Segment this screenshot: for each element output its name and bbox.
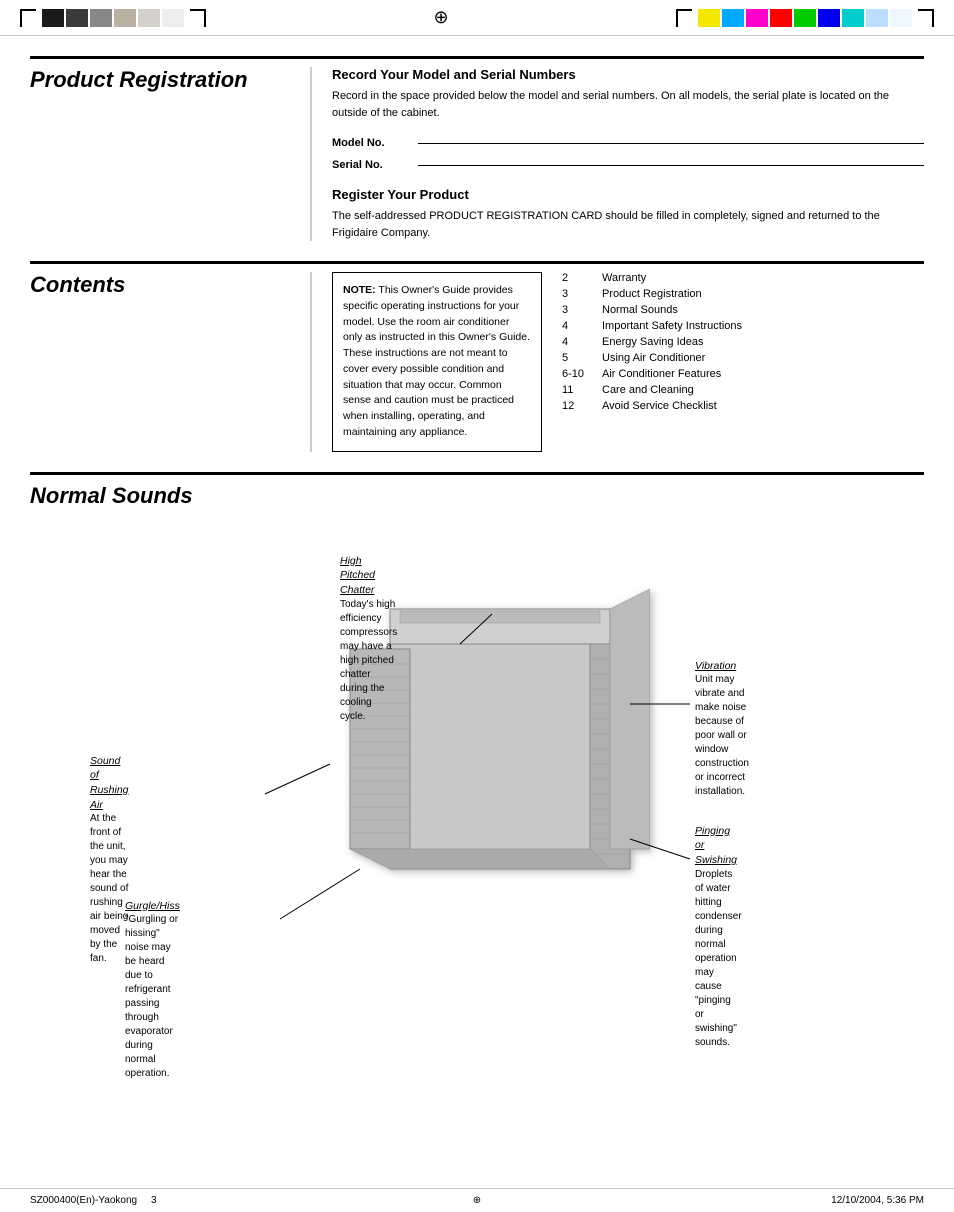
model-label: Model No. [332, 137, 412, 149]
toc-row: 12Avoid Service Checklist [562, 400, 742, 412]
toc-row: 6-10Air Conditioner Features [562, 368, 742, 380]
contents-header: Contents NOTE: This Owner's Guide provid… [30, 261, 924, 452]
contents-note: NOTE: This Owner's Guide provides specif… [332, 272, 542, 452]
record-text: Record in the space provided below the m… [332, 88, 924, 121]
toc-num: 3 [562, 288, 602, 300]
register-your-product: Register Your Product The self-addressed… [332, 187, 924, 241]
page-content: Product Registration Record Your Model a… [0, 36, 954, 1009]
serial-field-row: Serial No. [332, 159, 924, 171]
product-registration-section: Product Registration Record Your Model a… [30, 56, 924, 241]
toc-row: 3Product Registration [562, 288, 742, 300]
contents-wrapper: NOTE: This Owner's Guide provides specif… [332, 272, 742, 452]
toc-num: 12 [562, 400, 602, 412]
footer-left: SZ000400(En)-Yaokong 3 [30, 1195, 328, 1206]
reg-mark-tl [20, 9, 36, 27]
registration-content: Record Your Model and Serial Numbers Rec… [332, 67, 924, 241]
color-swatch-m [746, 9, 768, 27]
color-swatch-g [794, 9, 816, 27]
toc-row: 3Normal Sounds [562, 304, 742, 316]
toc-num: 5 [562, 352, 602, 364]
toc-num: 6-10 [562, 368, 602, 380]
toc-label: Care and Cleaning [602, 384, 694, 396]
high-pitched-chatter-desc: Today's high efficiency compressors may … [340, 598, 397, 724]
color-swatch-cb [842, 9, 864, 27]
contents-title: Contents [30, 272, 310, 298]
color-swatch-r [770, 9, 792, 27]
color-swatch-4 [114, 9, 136, 27]
rushing-air-desc: At the front of the unit, you may hear t… [90, 812, 129, 966]
toc-label: Product Registration [602, 288, 702, 300]
register-subtitle: Register Your Product [332, 187, 924, 202]
color-swatch-3 [90, 9, 112, 27]
toc-table: 2Warranty3Product Registration3Normal So… [562, 272, 742, 452]
product-registration-title: Product Registration [30, 67, 310, 93]
color-blocks-left [20, 9, 206, 27]
model-line [418, 143, 924, 144]
toc-row: 4Energy Saving Ideas [562, 336, 742, 348]
toc-label: Avoid Service Checklist [602, 400, 717, 412]
color-swatch-c [722, 9, 744, 27]
color-blocks-right [676, 9, 934, 27]
serial-label: Serial No. [332, 159, 412, 171]
gurgle-desc: "Gurgling or hissing" noise may be heard… [125, 913, 180, 1081]
crosshair-center: ⊕ [206, 7, 676, 28]
crosshair-icon: ⊕ [433, 7, 448, 28]
toc-label: Warranty [602, 272, 646, 284]
toc-num: 3 [562, 304, 602, 316]
normal-sounds-title: Normal Sounds [30, 483, 310, 509]
gurgle-title: Gurgle/Hiss [125, 899, 180, 914]
pinging-title: Pinging or Swishing [695, 824, 742, 868]
toc-label: Important Safety Instructions [602, 320, 742, 332]
section-divider [310, 67, 312, 241]
footer-crosshair: ⊕ [473, 1195, 481, 1206]
product-registration-header: Product Registration Record Your Model a… [30, 56, 924, 241]
high-pitched-chatter-title: High Pitched Chatter [340, 554, 397, 598]
color-swatch-b [818, 9, 840, 27]
footer-right: 12/10/2004, 5:36 PM [626, 1195, 924, 1206]
contents-divider [310, 272, 312, 452]
footer-date: 12/10/2004, 5:36 PM [831, 1195, 924, 1206]
color-swatch-y [698, 9, 720, 27]
record-subtitle: Record Your Model and Serial Numbers [332, 67, 924, 82]
note-bold: NOTE: [343, 284, 376, 296]
toc-row: 11Care and Cleaning [562, 384, 742, 396]
footer-page-num-left: 3 [151, 1195, 157, 1206]
sounds-diagram: High Pitched Chatter Today's high effici… [30, 529, 924, 969]
toc-label: Normal Sounds [602, 304, 678, 316]
toc-row: 5Using Air Conditioner [562, 352, 742, 364]
top-bar: ⊕ [0, 0, 954, 36]
register-text: The self-addressed PRODUCT REGISTRATION … [332, 208, 924, 241]
color-swatch-2 [66, 9, 88, 27]
toc-num: 11 [562, 384, 602, 396]
vibration-title: Vibration [695, 659, 749, 674]
toc-num: 4 [562, 336, 602, 348]
color-swatch-w [890, 9, 912, 27]
contents-section: Contents NOTE: This Owner's Guide provid… [30, 261, 924, 452]
color-swatch-lb [866, 9, 888, 27]
toc-num: 2 [562, 272, 602, 284]
toc-label: Using Air Conditioner [602, 352, 705, 364]
model-field-row: Model No. [332, 137, 924, 149]
footer-center: ⊕ [328, 1195, 626, 1206]
footer-doc-id: SZ000400(En)-Yaokong [30, 1195, 137, 1206]
note-text: This Owner's Guide provides specific ope… [343, 284, 530, 438]
toc-row: 2Warranty [562, 272, 742, 284]
vibration-desc: Unit may vibrate and make noise because … [695, 673, 749, 799]
toc-row: 4Important Safety Instructions [562, 320, 742, 332]
color-swatch-6 [162, 9, 184, 27]
toc-label: Energy Saving Ideas [602, 336, 704, 348]
color-swatch-5 [138, 9, 160, 27]
reg-mark-tr-inner [190, 9, 206, 27]
page-footer: SZ000400(En)-Yaokong 3 ⊕ 12/10/2004, 5:3… [0, 1188, 954, 1212]
rushing-air-title: Sound of Rushing Air [90, 754, 129, 813]
serial-line [418, 165, 924, 166]
toc-num: 4 [562, 320, 602, 332]
color-swatch-1 [42, 9, 64, 27]
toc-label: Air Conditioner Features [602, 368, 721, 380]
pinging-desc: Droplets of water hitting condenser duri… [695, 868, 742, 1050]
normal-sounds-header: Normal Sounds [30, 472, 924, 509]
reg-mark-tr2 [918, 9, 934, 27]
reg-mark-tr [676, 9, 692, 27]
normal-sounds-section: Normal Sounds [30, 472, 924, 969]
